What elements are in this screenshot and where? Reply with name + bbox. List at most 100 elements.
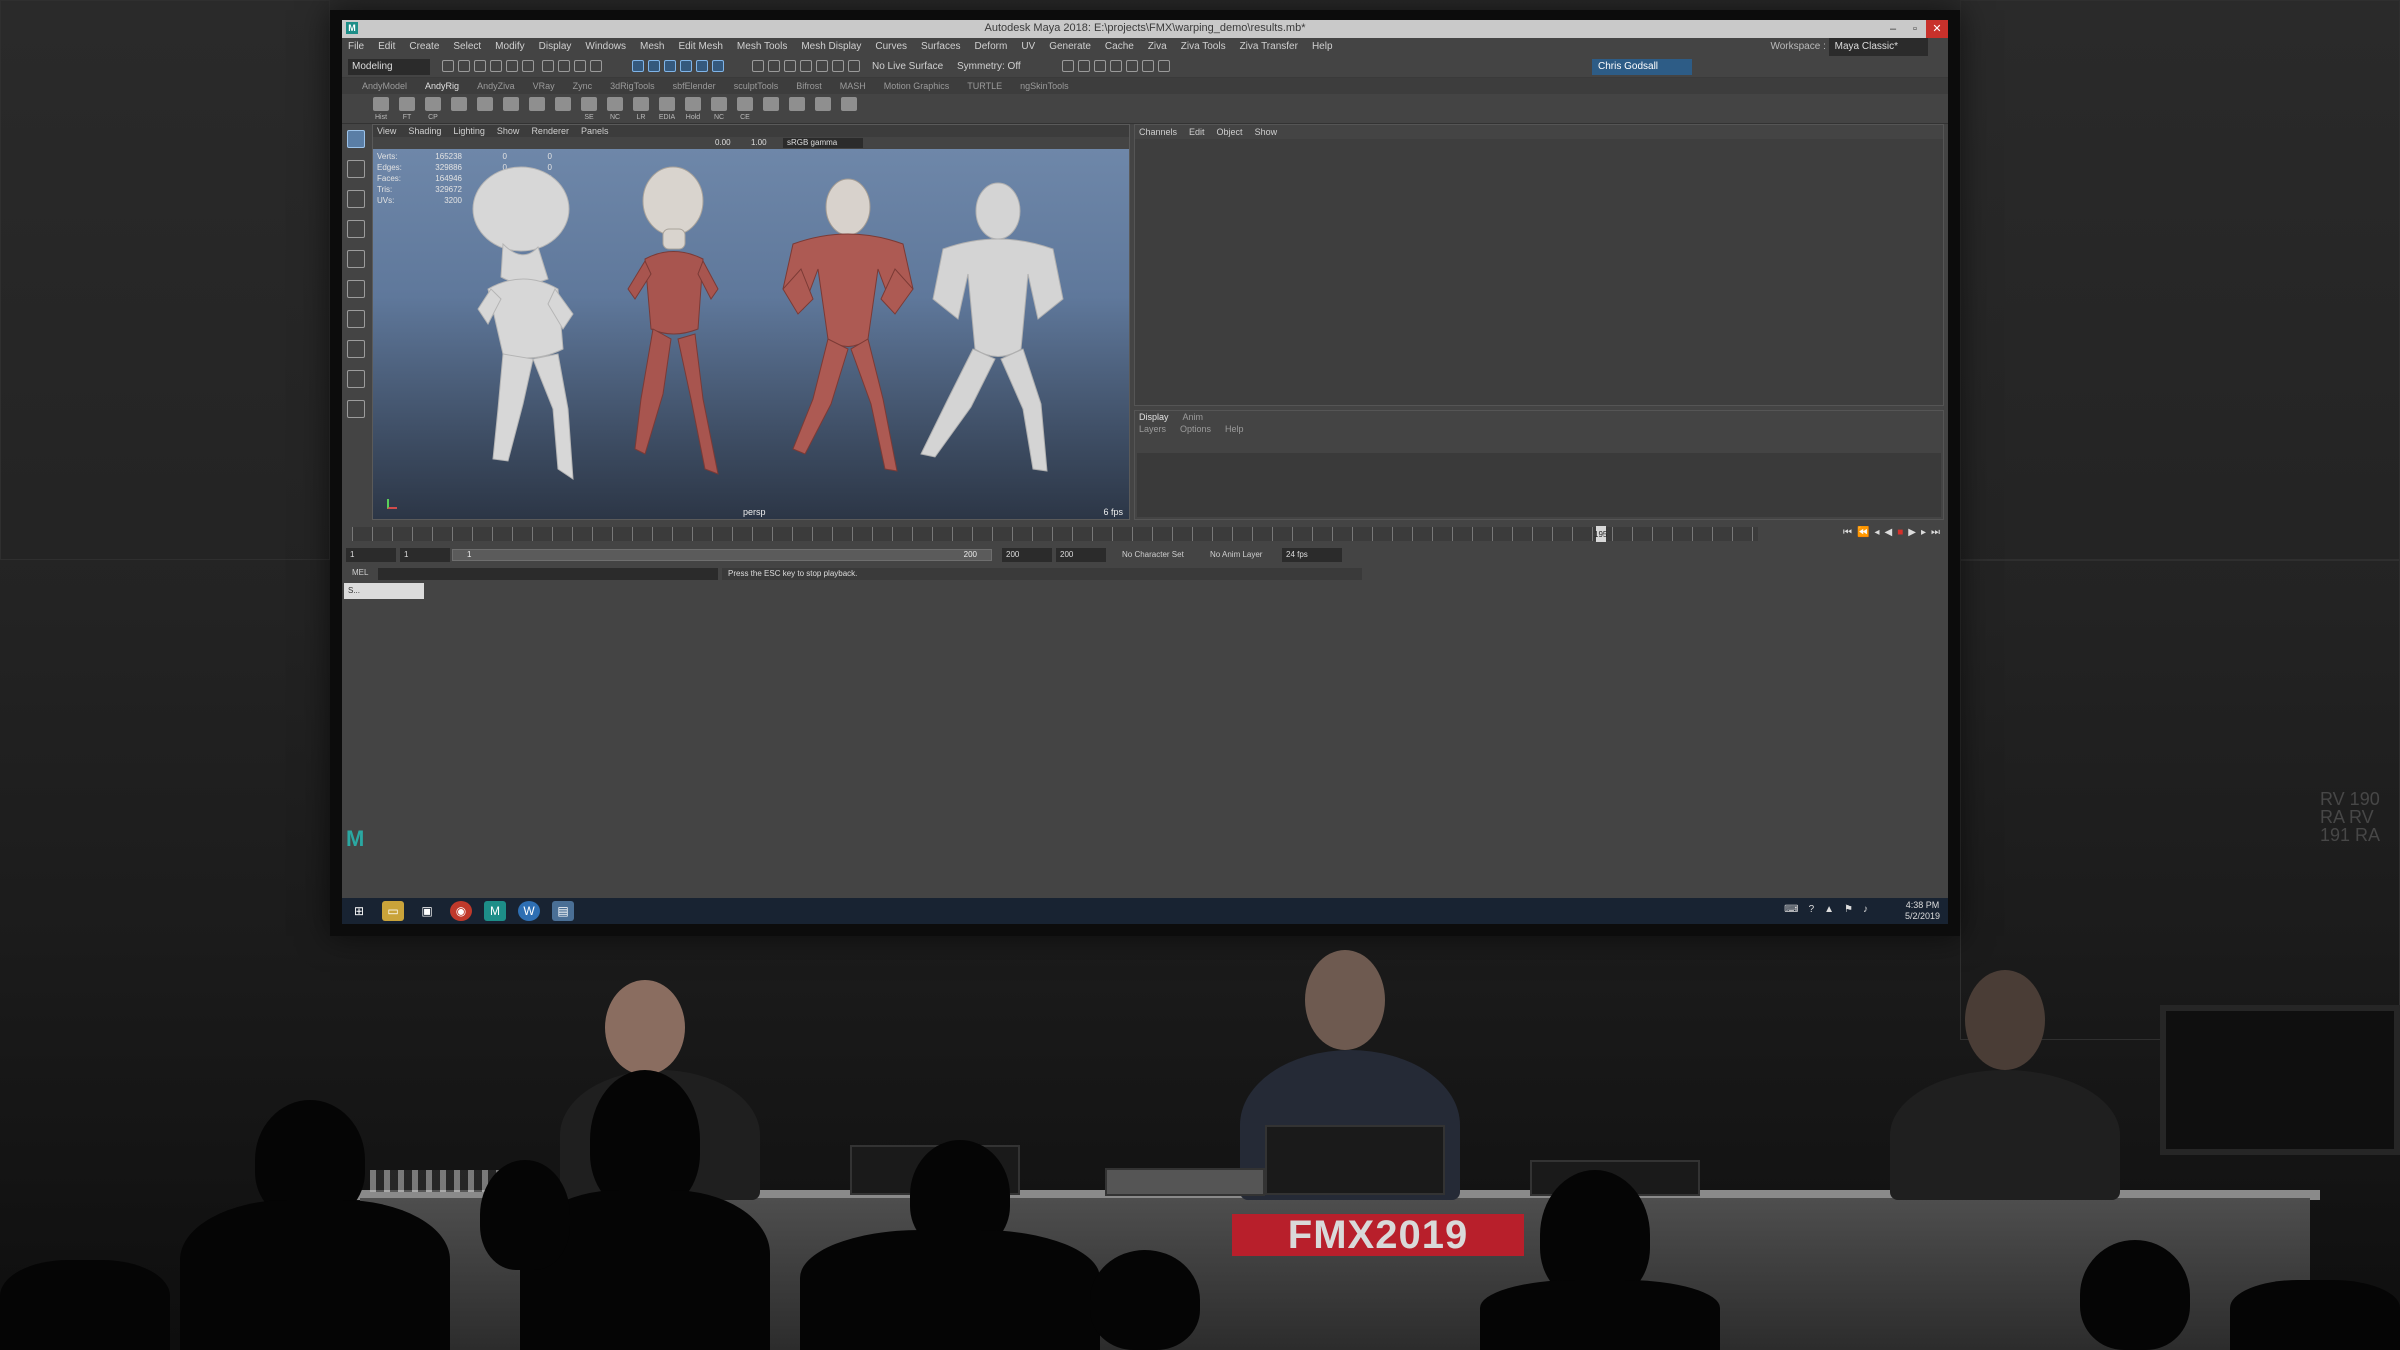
layout-single-icon[interactable] — [347, 310, 365, 328]
shelf-tab-andymodel[interactable]: AndyModel — [362, 78, 407, 94]
outliner-icon[interactable] — [347, 400, 365, 418]
rotate-tool-icon[interactable] — [347, 250, 365, 268]
playback-start-field[interactable]: 1 — [400, 548, 450, 562]
channel-box-menu-channels[interactable]: Channels — [1139, 125, 1177, 139]
symmetry-label[interactable]: Symmetry: Off — [957, 60, 1021, 74]
selection-mask-icons[interactable] — [632, 60, 724, 74]
layout-two-icon[interactable] — [347, 370, 365, 388]
shelf-tab-turtle[interactable]: TURTLE — [967, 78, 1002, 94]
maya-taskbar-icon[interactable]: M — [484, 901, 506, 921]
minimize-button[interactable]: – — [1882, 20, 1904, 38]
channel-box-menu-object[interactable]: Object — [1217, 125, 1243, 139]
shelf-button[interactable] — [840, 97, 858, 122]
tab-display[interactable]: Display — [1139, 411, 1169, 423]
3d-scene[interactable]: Verts: 165238 0 0 Edges: 329886 0 0 Faces: 164946… — [373, 149, 1129, 519]
viewport-menu-renderer[interactable]: Renderer — [531, 125, 569, 137]
stop-icon[interactable]: ■ — [1897, 527, 1903, 538]
menu-mesh[interactable]: Mesh — [640, 38, 664, 56]
end-time-field[interactable]: 200 — [1056, 548, 1106, 562]
shelf-tab-andyziva[interactable]: AndyZiva — [477, 78, 515, 94]
channel-box-menu-edit[interactable]: Edit — [1189, 125, 1205, 139]
lasso-tool-icon[interactable] — [347, 160, 365, 178]
step-back-key-icon[interactable]: ⏪ — [1857, 527, 1869, 538]
menu-generate[interactable]: Generate — [1049, 38, 1091, 56]
shelf-tab-vray[interactable]: VRay — [533, 78, 555, 94]
step-back-frame-icon[interactable]: ◂ — [1874, 527, 1879, 538]
viewport-menu-lighting[interactable]: Lighting — [453, 125, 485, 137]
shelf-button[interactable] — [502, 97, 520, 122]
shelf-button[interactable] — [788, 97, 806, 122]
anim-layer-dropdown[interactable]: No Anim Layer — [1210, 548, 1262, 562]
app-taskbar-icon[interactable]: W — [518, 901, 540, 921]
shelf-tab-andyrig[interactable]: AndyRig — [425, 78, 459, 94]
color-space-dropdown[interactable]: sRGB gamma — [783, 138, 863, 148]
layer-list[interactable] — [1137, 453, 1941, 517]
shelf-button[interactable] — [814, 97, 832, 122]
menu-display[interactable]: Display — [539, 38, 572, 56]
help-menu[interactable]: Help — [1225, 423, 1244, 435]
time-slider[interactable]: 195 ⏮ ⏪ ◂ ◀ ■ ▶ ▸ ⏭ — [342, 524, 1948, 544]
viewport-panel[interactable]: View Shading Lighting Show Renderer Panels 0.… — [372, 124, 1130, 520]
character-set-dropdown[interactable]: No Character Set — [1122, 548, 1184, 562]
close-button[interactable]: ✕ — [1926, 20, 1948, 38]
shelf-button[interactable] — [528, 97, 546, 122]
maximize-button[interactable]: ▫ — [1904, 20, 1926, 38]
shelf-tab-zync[interactable]: Zync — [573, 78, 593, 94]
help-icon[interactable]: ? — [1809, 904, 1815, 915]
menu-edit[interactable]: Edit — [378, 38, 395, 56]
tab-anim[interactable]: Anim — [1183, 411, 1204, 423]
menu-modify[interactable]: Modify — [495, 38, 524, 56]
user-account-dropdown[interactable]: Chris Godsall — [1592, 59, 1692, 75]
menu-help[interactable]: Help — [1312, 38, 1333, 56]
shelf-button[interactable]: FT — [398, 97, 416, 122]
shelf-button[interactable] — [762, 97, 780, 122]
layers-menu[interactable]: Layers — [1139, 423, 1166, 435]
playback-end-field[interactable]: 200 — [1002, 548, 1052, 562]
shelf-tab-motion-graphics[interactable]: Motion Graphics — [884, 78, 950, 94]
menu-mesh-display[interactable]: Mesh Display — [801, 38, 861, 56]
options-menu[interactable]: Options — [1180, 423, 1211, 435]
step-forward-frame-icon[interactable]: ▸ — [1921, 527, 1926, 538]
workspace-selector[interactable]: Workspace : Maya Classic* — [1770, 38, 1928, 56]
menu-set-dropdown[interactable]: Modeling — [348, 59, 430, 75]
menu-select[interactable]: Select — [453, 38, 481, 56]
menu-edit-mesh[interactable]: Edit Mesh — [678, 38, 722, 56]
shelf-button[interactable]: CP — [424, 97, 442, 122]
shelf-tab-bifrost[interactable]: Bifrost — [796, 78, 822, 94]
exposure-field[interactable]: 0.00 — [715, 137, 731, 149]
viewport-menu-show[interactable]: Show — [497, 125, 520, 137]
menu-ziva[interactable]: Ziva — [1148, 38, 1167, 56]
paint-select-icon[interactable] — [347, 190, 365, 208]
playback-range-bar[interactable]: 1 200 — [452, 549, 992, 561]
terminal-icon[interactable]: ▣ — [416, 901, 438, 921]
menu-mesh-tools[interactable]: Mesh Tools — [737, 38, 787, 56]
volume-icon[interactable]: ♪ — [1863, 904, 1868, 915]
fps-dropdown[interactable]: 24 fps — [1282, 548, 1342, 562]
shelf-button[interactable] — [554, 97, 572, 122]
keyboard-icon[interactable]: ⌨ — [1784, 904, 1798, 915]
menu-ziva-transfer[interactable]: Ziva Transfer — [1240, 38, 1298, 56]
mel-label[interactable]: MEL — [352, 568, 368, 577]
select-tool-icon[interactable] — [347, 130, 365, 148]
menu-surfaces[interactable]: Surfaces — [921, 38, 960, 56]
channel-box-menu-show[interactable]: Show — [1255, 125, 1278, 139]
shelf-tab-sculpttools[interactable]: sculptTools — [734, 78, 779, 94]
select-tools[interactable] — [542, 60, 602, 74]
workspace-value[interactable]: Maya Classic* — [1828, 38, 1928, 56]
chrome-icon[interactable]: ◉ — [450, 901, 472, 921]
file-explorer-icon[interactable]: ▭ — [382, 901, 404, 921]
viewport-menu-view[interactable]: View — [377, 125, 396, 137]
shelf-button[interactable]: NC — [606, 97, 624, 122]
shelf-tab-ngskintools[interactable]: ngSkinTools — [1020, 78, 1069, 94]
start-time-field[interactable]: 1 — [346, 548, 396, 562]
command-input[interactable] — [378, 568, 718, 580]
snap-tools[interactable] — [752, 60, 860, 74]
menu-ziva-tools[interactable]: Ziva Tools — [1181, 38, 1226, 56]
menu-curves[interactable]: Curves — [875, 38, 907, 56]
flag-icon[interactable]: ⚑ — [1844, 904, 1853, 915]
menu-uv[interactable]: UV — [1021, 38, 1035, 56]
viewport-menu-shading[interactable]: Shading — [408, 125, 441, 137]
render-tools[interactable] — [1062, 60, 1170, 74]
windows-start-icon[interactable]: ⊞ — [348, 901, 370, 921]
shelf-button[interactable]: LR — [632, 97, 650, 122]
